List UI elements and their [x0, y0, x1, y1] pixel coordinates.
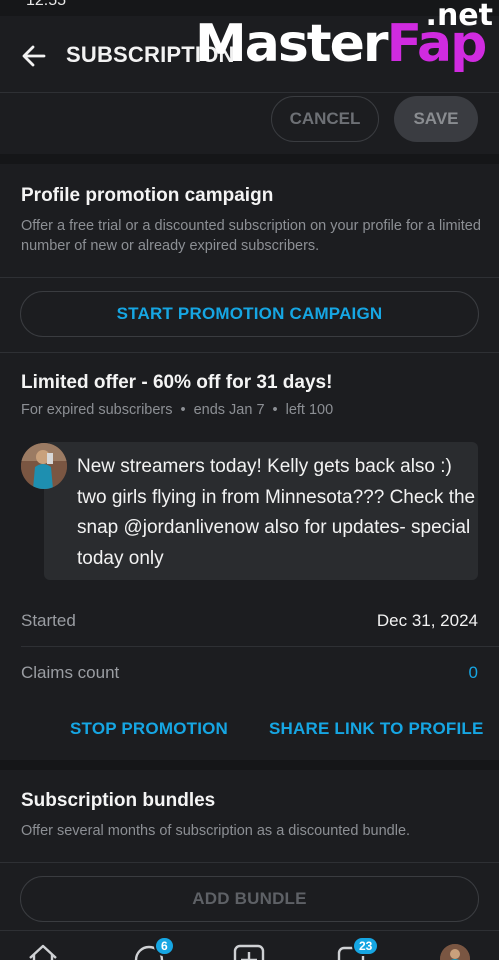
share-link-button[interactable]: SHARE LINK TO PROFILE: [269, 719, 484, 739]
start-promotion-button[interactable]: START PROMOTION CAMPAIGN: [20, 291, 479, 337]
row-divider: [21, 646, 499, 647]
stop-promotion-button[interactable]: STOP PROMOTION: [70, 719, 228, 739]
status-time: 12:55: [26, 0, 67, 9]
promotion-title: Profile promotion campaign: [21, 185, 274, 206]
started-value: Dec 31, 2024: [376, 611, 478, 630]
section-separator: [0, 760, 499, 770]
bundles-title: Subscription bundles: [21, 790, 216, 811]
offer-audience: For expired subscribers: [21, 402, 173, 418]
offer-title: Limited offer - 60% off for 31 days!: [21, 372, 333, 393]
meta-separator: •: [272, 402, 278, 418]
claims-label: Claims count: [21, 663, 120, 682]
avatar: [21, 443, 67, 489]
messages-badge: 23: [352, 936, 380, 956]
edit-toolbar: CANCEL SAVE: [0, 92, 499, 154]
offer-message: New streamers today! Kelly gets back als…: [77, 456, 476, 569]
claims-count[interactable]: 0: [469, 663, 478, 683]
notifications-badge: 6: [154, 936, 175, 956]
section-separator: [0, 154, 499, 164]
add-post-icon[interactable]: [232, 942, 266, 960]
promotion-divider: [0, 277, 499, 278]
cancel-button[interactable]: CANCEL: [271, 96, 379, 142]
offer-meta: For expired subscribers • ends Jan 7 • left …: [21, 402, 333, 418]
started-label: Started: [21, 611, 76, 630]
back-arrow-icon[interactable]: [18, 40, 50, 72]
promotion-description: Offer a free trial or a discounted subsc…: [21, 218, 481, 254]
save-button[interactable]: SAVE: [394, 96, 478, 142]
home-icon[interactable]: [26, 942, 60, 960]
add-bundle-button[interactable]: ADD BUNDLE: [20, 876, 479, 922]
meta-separator: •: [180, 402, 186, 418]
watermark-prefix: Master: [195, 14, 389, 74]
watermark-logo: MasterFap .net: [195, 0, 495, 82]
bundles-divider: [0, 862, 499, 863]
offer-divider: [0, 352, 499, 353]
bundles-description: Offer several months of subscription as …: [21, 823, 411, 839]
offer-remaining: left 100: [285, 402, 334, 418]
offer-end-date: ends Jan 7: [193, 402, 265, 418]
watermark-tld: .net: [425, 0, 493, 33]
